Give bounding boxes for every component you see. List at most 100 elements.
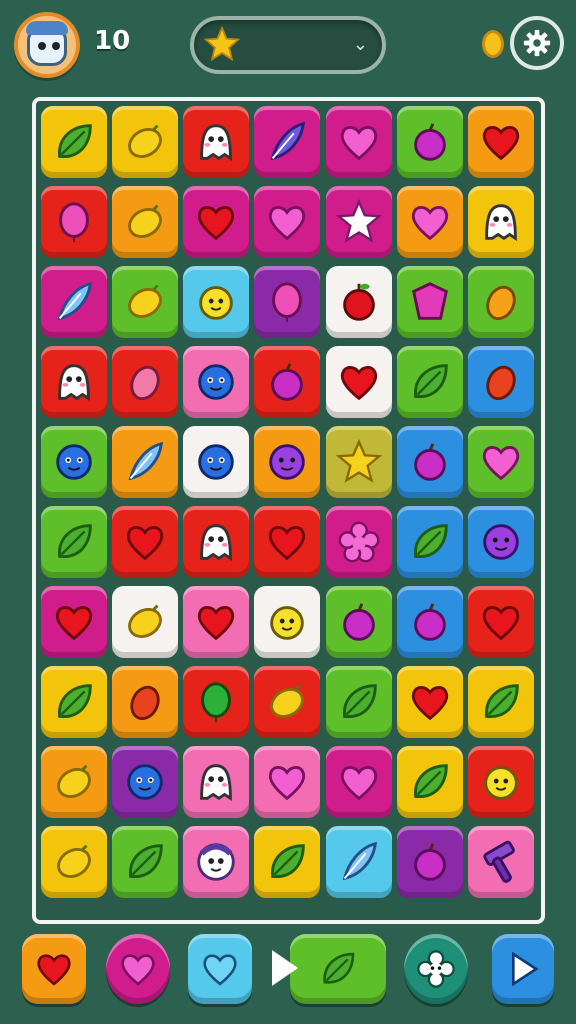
board-tile-lemon[interactable]	[112, 186, 178, 258]
board-tile-ghost[interactable]	[183, 746, 249, 818]
board-tile-ghost[interactable]	[183, 506, 249, 578]
board-tile-feather[interactable]	[254, 106, 320, 178]
board-tile-leaf[interactable]	[41, 506, 107, 578]
player-avatar[interactable]	[14, 12, 80, 78]
board-tile-lemon[interactable]	[254, 666, 320, 738]
heart-red-icon	[482, 126, 520, 161]
board-tile-blue-face[interactable]	[112, 746, 178, 818]
board-tile-heart-red[interactable]	[397, 666, 463, 738]
board-tile-leaf[interactable]	[326, 666, 392, 738]
board-tile-feather-blue[interactable]	[326, 826, 392, 898]
board-tile-blue-face[interactable]	[183, 346, 249, 418]
board-tile-balloon[interactable]	[254, 266, 320, 338]
board-tile-mango-red[interactable]	[468, 346, 534, 418]
board-tile-star-yellow[interactable]	[326, 426, 392, 498]
board-tile-plum[interactable]	[397, 426, 463, 498]
plum-icon	[414, 603, 446, 641]
star-progress-dropdown[interactable]: ⌄	[190, 16, 386, 74]
board-tile-mango[interactable]	[468, 266, 534, 338]
board-tile-heart-pink[interactable]	[397, 186, 463, 258]
board-tile-gem[interactable]	[397, 266, 463, 338]
balloon-green-icon	[201, 682, 231, 723]
board-tile-hammer[interactable]	[468, 826, 534, 898]
board-tile-ghost[interactable]	[183, 106, 249, 178]
board-tile-purple-face[interactable]	[254, 426, 320, 498]
board-tile-blue-face[interactable]	[41, 426, 107, 498]
board-tile-heart-pink[interactable]	[326, 106, 392, 178]
feather-blue-icon	[342, 841, 378, 881]
board-tile-heart-pink[interactable]	[254, 186, 320, 258]
lemon-icon	[57, 764, 91, 798]
board-tile-leaf[interactable]	[397, 346, 463, 418]
heart-cyan-icon	[203, 954, 237, 986]
board-tile-leaf[interactable]	[397, 506, 463, 578]
board-tile-star-white[interactable]	[326, 186, 392, 258]
top-bar: 10 ⌄	[0, 0, 576, 92]
board-tile-leaf[interactable]	[41, 106, 107, 178]
board-tile-sun-face[interactable]	[183, 266, 249, 338]
play-button[interactable]	[492, 934, 554, 1004]
board-tile-heart-pink[interactable]	[254, 746, 320, 818]
board-tile-plum[interactable]	[326, 586, 392, 658]
heart-red-icon	[340, 366, 378, 401]
board-tile-heart-red[interactable]	[254, 506, 320, 578]
board-tile-lemon[interactable]	[41, 826, 107, 898]
board-tile-plum[interactable]	[397, 826, 463, 898]
board-tile-heart-red[interactable]	[41, 586, 107, 658]
leaf-booster-button[interactable]	[290, 934, 386, 1004]
plum-icon	[271, 363, 303, 401]
board-tile-mango-red[interactable]	[112, 666, 178, 738]
board-tile-heart-red[interactable]	[183, 586, 249, 658]
board-tile-feather-blue[interactable]	[41, 266, 107, 338]
board-tile-leaf[interactable]	[112, 826, 178, 898]
settings-button[interactable]	[510, 16, 564, 70]
board-tile-plum[interactable]	[397, 106, 463, 178]
blue-heart-booster-button[interactable]	[188, 934, 252, 1004]
lemon-icon	[128, 604, 162, 638]
board-tile-lemon[interactable]	[112, 586, 178, 658]
board-tile-plum[interactable]	[397, 586, 463, 658]
board-tile-lemon[interactable]	[112, 106, 178, 178]
pink-heart-booster-button[interactable]	[106, 934, 170, 1004]
ghost-icon	[485, 204, 517, 242]
board-tile-purple-face[interactable]	[468, 506, 534, 578]
board-tile-balloon[interactable]	[41, 186, 107, 258]
heart-pink-icon	[340, 766, 378, 801]
heart-red-icon	[197, 606, 235, 641]
board-tile-heart-red[interactable]	[468, 586, 534, 658]
board-tile-heart-pink[interactable]	[326, 746, 392, 818]
leaf-icon	[129, 844, 163, 878]
lemon-icon	[128, 284, 162, 318]
board-tile-ghost[interactable]	[468, 186, 534, 258]
heart-red-icon	[411, 686, 449, 721]
board-tile-apple[interactable]	[326, 266, 392, 338]
board-tile-heart-red[interactable]	[468, 106, 534, 178]
board-tile-leaf[interactable]	[468, 666, 534, 738]
board-tile-ghost-purple[interactable]	[183, 826, 249, 898]
game-board	[32, 97, 545, 924]
board-tile-leaf[interactable]	[254, 826, 320, 898]
board-tile-leaf[interactable]	[397, 746, 463, 818]
board-tile-heart-red[interactable]	[326, 346, 392, 418]
board-tile-lemon[interactable]	[41, 746, 107, 818]
board-tile-heart-red[interactable]	[183, 186, 249, 258]
heart-red-icon	[126, 526, 164, 561]
lemon-icon	[270, 684, 304, 718]
board-tile-balloon-green[interactable]	[183, 666, 249, 738]
board-tile-heart-pink[interactable]	[468, 426, 534, 498]
board-tile-ghost[interactable]	[41, 346, 107, 418]
heart-booster-button[interactable]	[22, 934, 86, 1004]
board-tile-flower[interactable]	[326, 506, 392, 578]
board-tile-sun-face[interactable]	[254, 586, 320, 658]
board-tile-leaf[interactable]	[41, 666, 107, 738]
shuffle-booster-button[interactable]	[404, 934, 468, 1004]
star-white-icon	[335, 198, 383, 243]
board-tile-feather-blue[interactable]	[112, 426, 178, 498]
board-tile-heart-red[interactable]	[112, 506, 178, 578]
board-tile-blue-face[interactable]	[183, 426, 249, 498]
level-number: 10	[94, 26, 131, 56]
board-tile-lemon[interactable]	[112, 266, 178, 338]
board-tile-mango-pink[interactable]	[112, 346, 178, 418]
board-tile-sun-face[interactable]	[468, 746, 534, 818]
board-tile-plum[interactable]	[254, 346, 320, 418]
